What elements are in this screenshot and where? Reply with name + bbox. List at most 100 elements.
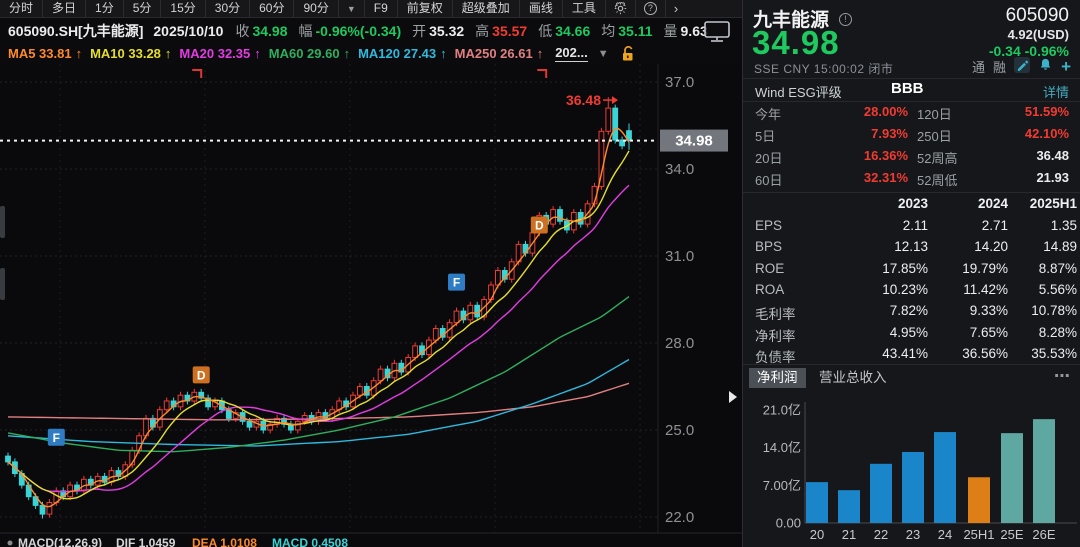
ma-legend-bar: MA5 33.81 ↑ MA10 33.28 ↑ MA20 32.35 ↑ MA60 29.… [0,44,742,63]
candle-body [475,305,480,317]
quote-field-label: 均 [601,23,615,39]
divider [743,364,1080,365]
macd-readout: MACD(12,26,9) [18,536,102,547]
earnings-bar[interactable] [870,464,892,523]
toolbar-item-f9[interactable]: F9 [365,0,398,17]
earnings-bar[interactable] [1033,419,1055,523]
indicator-dot-icon [8,541,13,546]
candle-body [454,311,459,323]
period-selector[interactable]: 202... [555,45,588,62]
toolbar-item-画线[interactable]: 画线 [520,0,563,17]
toolbar-item-15分[interactable]: 15分 [161,0,205,17]
timeframe-dropdown[interactable]: ▼ [339,0,365,17]
toolbar-item-90分[interactable]: 90分 [294,0,338,17]
stock-code: 605090 [1006,5,1069,27]
bar-category-label: 22 [874,527,888,542]
panel-collapse-arrow-icon[interactable] [729,391,737,403]
add-icon[interactable]: + [1061,60,1071,74]
toolbar-item-30分[interactable]: 30分 [206,0,250,17]
ma-legend-MA5: MA5 33.81 [8,46,72,61]
earnings-bar[interactable] [806,482,828,523]
bar-category-label: 21 [842,527,856,542]
earnings-bar[interactable] [902,452,924,523]
up-arrow-icon: ↑ [165,46,172,61]
ma120-line [8,360,629,446]
earnings-bar[interactable] [934,432,956,523]
chevron-right-icon[interactable]: › [666,0,686,17]
event-tick-mark [537,70,546,78]
marker-badge-label: F [53,431,60,445]
quote-field-量: 量9.63 [664,21,708,41]
quote-field-label: 高 [475,23,489,39]
toolbar-item-工具[interactable]: 工具 [563,0,606,17]
left-edge-handle[interactable] [0,268,5,300]
right-panel: 九丰能源 ! 605090 34.98 4.92(USD) -0.34 -0.9… [742,0,1080,547]
ma60-line [8,297,629,452]
candle-body [413,346,418,358]
quote-fields: 收34.98幅-0.96%(-0.34)开35.32高35.57低34.66均3… [235,21,718,41]
fin-cell: 10.78% [743,303,1077,318]
marker-badge-label: F [453,276,460,290]
toolbar-item-5分[interactable]: 5分 [124,0,162,17]
bar-category-label: 20 [810,527,824,542]
quote-field-value: 34.66 [555,23,590,39]
more-options-icon[interactable]: ⋯ [1054,366,1071,386]
earnings-bar[interactable] [1001,433,1023,523]
quote-field-value: 35.11 [618,23,652,39]
quote-field-label: 量 [664,23,678,39]
toolbar-item-分时[interactable]: 分时 [0,0,43,17]
quote-field-value: 35.57 [492,23,527,39]
fin-cell: 5.56% [743,282,1077,297]
help-icon[interactable]: ? [636,0,666,17]
fin-col-header: 2025H1 [743,196,1077,211]
candle-body [578,213,583,225]
bar-y-axis-label: 7.00亿 [763,478,801,493]
toolbar-item-60分[interactable]: 60分 [250,0,294,17]
info-icon[interactable]: ! [839,9,852,27]
quote-field-均: 均35.11 [601,21,652,41]
earnings-bar[interactable] [968,477,990,523]
candlestick-chart[interactable]: 37.034.031.028.025.022.034.9836.48FDFDMA… [0,64,742,547]
quote-field-value: 34.98 [252,23,287,39]
up-arrow-icon: ↑ [344,46,351,61]
toolbar-item-1分[interactable]: 1分 [86,0,124,17]
tab-net-profit[interactable]: 净利润 [749,368,806,388]
y-axis-label: 28.0 [665,335,694,352]
toolbar-item-前复权[interactable]: 前复权 [398,0,453,17]
earnings-bar-chart[interactable]: 21.0亿14.0亿7.00亿0.00202122232425H125E26E [743,392,1080,547]
margin-badge-通: 通 [972,57,985,76]
esg-detail-link[interactable]: 详情 [1043,82,1069,101]
tab-total-revenue[interactable]: 营业总收入 [813,368,893,388]
last-price-tag-label: 34.98 [675,133,713,150]
main-chart[interactable]: 37.034.031.028.025.022.034.9836.48FDFDMA… [0,64,742,547]
period-dropdown-icon[interactable]: ▼ [598,48,609,60]
screen-share-icon[interactable] [703,20,731,47]
fin-cell: 14.89 [743,239,1077,254]
earnings-bar[interactable] [838,490,860,523]
edit-icon[interactable] [1014,57,1030,76]
unlock-icon[interactable] [621,45,636,62]
ma-legend-MA10: MA10 33.28 [90,46,161,61]
ma-legend-MA60: MA60 29.60 [269,46,340,61]
y-axis-label: 25.0 [665,422,694,439]
marker-badge-label: D [535,218,544,232]
toolbar-item-多日[interactable]: 多日 [43,0,86,17]
candle-body [164,401,169,410]
gear-icon[interactable] [606,0,636,17]
fin-cell: 8.87% [743,261,1077,276]
quote-field-value: -0.96%(-0.34) [316,23,402,39]
perf-value: 36.48 [743,148,1069,163]
up-arrow-icon: ↑ [76,46,83,61]
quote-field-高: 高35.57 [475,21,527,41]
fin-cell: 35.53% [743,346,1077,361]
quote-date: 2025/10/10 [153,23,223,39]
bar-y-axis-label: 21.0亿 [763,403,801,418]
ma-legend-MA20: MA20 32.35 [179,46,250,61]
alert-bell-icon[interactable] [1038,57,1053,76]
perf-value: 21.93 [743,170,1069,185]
quote-field-幅: 幅-0.96%(-0.34) [299,21,402,41]
left-edge-handle[interactable] [0,206,5,238]
stock-terminal-window: 分时多日1分5分15分30分60分90分▼F9前复权超级叠加画线工具?› 605… [0,0,1080,547]
perf-value: 51.59% [743,104,1069,119]
toolbar-item-超级叠加[interactable]: 超级叠加 [453,0,520,17]
